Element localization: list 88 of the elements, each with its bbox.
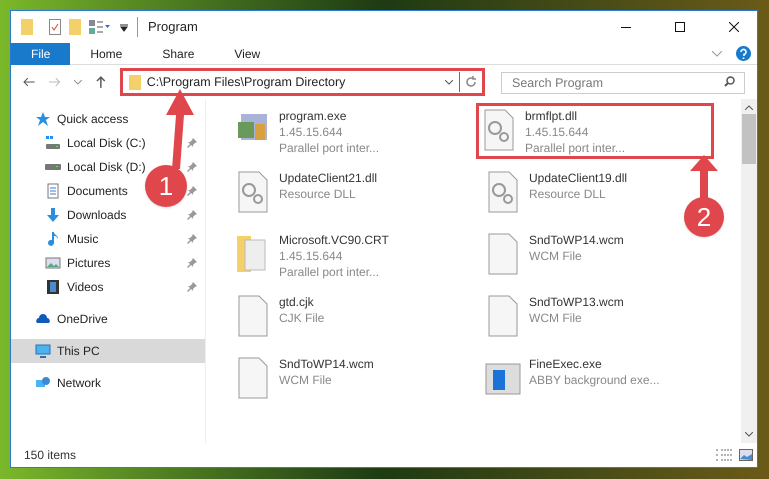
monitor-icon (35, 343, 51, 359)
new-folder-icon (69, 19, 81, 35)
minimize-icon (621, 26, 631, 28)
help-icon (736, 46, 751, 61)
file-name: SndToWP14.wcm (529, 232, 624, 248)
scrollbar-thumb[interactable] (742, 114, 756, 164)
sidebar-item[interactable]: Network (57, 374, 102, 392)
close-icon (729, 22, 739, 32)
film-icon (45, 279, 61, 295)
sidebar-item[interactable]: Local Disk (C:) (67, 134, 146, 152)
chevron-down-icon (444, 80, 453, 84)
chevron-down-icon (745, 432, 753, 437)
callout-badge: 2 (684, 197, 724, 237)
ribbon-tab[interactable]: Home (70, 42, 142, 64)
file-detail: Parallel port inter... (279, 140, 380, 156)
download-icon (45, 207, 61, 223)
drive-icon (45, 164, 61, 170)
file-tile[interactable]: SndToWP14.wcm WCM File (230, 351, 480, 407)
file-tile[interactable]: FineExec.exe ABBY background exe... (480, 351, 680, 407)
callout-arrow (690, 155, 718, 199)
ribbon-tab[interactable]: View (214, 42, 280, 64)
file-tile[interactable]: gtd.cjk CJK File (230, 289, 480, 345)
file-tile[interactable]: UpdateClient19.dll Resource DLL (480, 165, 680, 221)
folder-icon (21, 19, 33, 35)
maximize-icon (675, 22, 685, 32)
file-detail: Parallel port inter... (525, 140, 626, 156)
sidebar-item[interactable]: Music (67, 230, 98, 248)
sidebar-item[interactable]: OneDrive (57, 310, 108, 328)
ribbon-tab[interactable]: File (11, 42, 70, 64)
customize-icon (119, 22, 129, 32)
file-detail: Parallel port inter... (279, 264, 380, 280)
window-title: Program (137, 17, 198, 37)
refresh-icon (464, 76, 477, 88)
view-icon (89, 20, 111, 34)
search-icon (724, 76, 735, 87)
large-icons-view-icon (739, 449, 753, 461)
file-detail: Resource DLL (529, 186, 607, 202)
sidebar-item[interactable]: Videos (67, 278, 104, 296)
forward-icon (48, 77, 60, 87)
pictures-icon (45, 255, 61, 271)
star-icon (35, 111, 51, 127)
item-count: 150 items (24, 447, 78, 464)
sidebar-item[interactable]: Pictures (67, 254, 110, 272)
chevron-up-icon (745, 105, 753, 110)
file-name: UpdateClient21.dll (279, 170, 378, 186)
folder-icon (128, 74, 141, 90)
chevron-down-icon (712, 50, 722, 56)
file-name: brmflpt.dll (525, 108, 578, 124)
file-name: Microsoft.VC90.CRT (279, 232, 389, 248)
callout-badge: 1 (145, 165, 187, 207)
chevron-down-icon (74, 80, 82, 84)
file-detail: 1.45.15.644 (279, 248, 344, 264)
file-detail: Resource DLL (279, 186, 357, 202)
file-tile[interactable]: UpdateClient21.dll Resource DLL (230, 165, 480, 221)
file-name: SndToWP14.wcm (279, 356, 374, 372)
up-arrow-icon (96, 76, 106, 88)
file-tile[interactable]: brmflpt.dll 1.45.15.644 Parallel port inter... (476, 103, 714, 159)
file-detail: CJK File (279, 310, 324, 326)
file-detail: WCM File (529, 310, 583, 326)
document-icon (45, 183, 61, 199)
file-tile[interactable]: SndToWP13.wcm WCM File (480, 289, 680, 345)
properties-icon (49, 19, 61, 35)
sidebar-item[interactable]: This PC (57, 342, 100, 360)
address-path: C:\Program Files\Program Directory (146, 74, 346, 91)
file-detail: WCM File (529, 248, 583, 264)
file-detail: 1.45.15.644 (279, 124, 344, 140)
address-bar[interactable]: C:\Program Files\Program Directory (120, 68, 485, 96)
file-name: gtd.cjk (279, 294, 315, 310)
file-name: SndToWP13.wcm (529, 294, 624, 310)
file-tile[interactable]: SndToWP14.wcm WCM File (480, 227, 680, 283)
file-name: program.exe (279, 108, 348, 124)
file-tile[interactable]: Microsoft.VC90.CRT 1.45.15.644 Parallel port inter... (230, 227, 480, 283)
drive-icon (45, 135, 61, 151)
file-name: UpdateClient19.dll (529, 170, 628, 186)
search-field[interactable]: Search Program (500, 72, 745, 94)
file-detail: WCM File (279, 372, 333, 388)
music-note-icon (45, 231, 61, 247)
sidebar-item[interactable]: Documents (67, 182, 128, 200)
scrollbar[interactable] (741, 99, 757, 443)
sidebar-item[interactable]: Quick access (57, 110, 128, 128)
details-view-icon (715, 448, 733, 462)
ribbon-tab[interactable]: Share (142, 42, 214, 64)
sidebar-item[interactable]: Local Disk (D:) (67, 158, 146, 176)
file-detail: ABBY background exe... (529, 372, 660, 388)
file-name: FineExec.exe (529, 356, 603, 372)
back-icon (23, 77, 35, 87)
file-detail: 1.45.15.644 (525, 124, 590, 140)
sidebar-item[interactable]: Downloads (67, 206, 126, 224)
